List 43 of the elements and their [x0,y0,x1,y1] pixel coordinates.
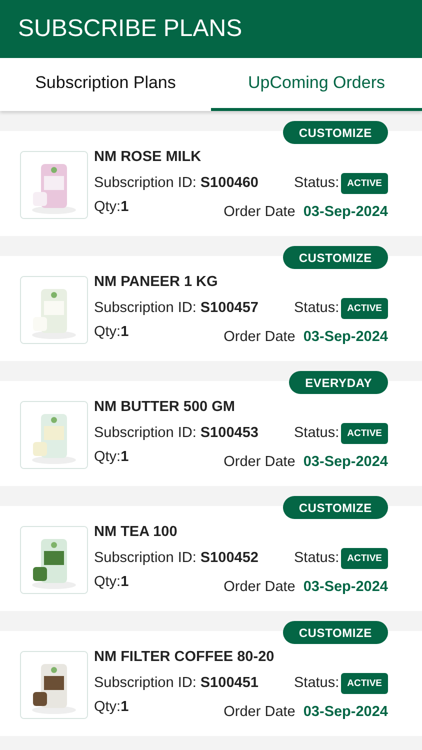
subscription-id: Subscription ID: S100457 [94,300,258,316]
subscription-id: Subscription ID: S100453 [94,425,258,441]
order-date: 03-Sep-2024 [303,579,388,595]
status-label: Status: [294,550,340,566]
status-label: Status: [294,300,340,316]
status-badge: ACTIVE [341,548,388,568]
product-name: NM BUTTER 500 GM [94,399,236,417]
quantity: Qty:1 [94,199,129,215]
order-date-label: Order Date [224,704,296,720]
order-date-label: Order Date [224,579,296,595]
plan-button[interactable]: EVERYDAY [289,371,388,394]
product-name: NM PANEER 1 KG [94,274,219,292]
quantity: Qty:1 [94,699,129,715]
subscription-id: Subscription ID: S100460 [94,175,258,191]
tab[interactable]: Subscription Plans [0,58,211,111]
status-label: Status: [294,675,340,691]
tab[interactable]: UpComing Orders [211,58,422,111]
plan-button[interactable]: CUSTOMIZE [282,496,388,519]
plan-button[interactable]: CUSTOMIZE [282,621,388,644]
page-title: SUBSCRIBE PLANS [18,15,242,43]
order-date: 03-Sep-2024 [303,329,388,345]
order-date-label: Order Date [224,454,296,470]
status-badge: ACTIVE [341,672,388,694]
product-name: NM FILTER COFFEE 80-20 [94,649,276,667]
status-badge: ACTIVE [341,422,388,444]
order-date-label: Order Date [224,329,296,345]
status-badge: ACTIVE [341,298,388,318]
quantity: Qty:1 [94,574,129,590]
quantity: Qty:1 [94,324,129,340]
product-name: NM TEA 100 [94,524,178,542]
order-date: 03-Sep-2024 [303,454,388,470]
order-date: 03-Sep-2024 [303,704,388,720]
order-date: 03-Sep-2024 [303,204,388,220]
status-label: Status: [294,425,340,441]
order-date-label: Order Date [224,204,296,220]
status-badge: ACTIVE [341,172,388,194]
product-name: NM ROSE MILK [94,149,202,167]
quantity: Qty:1 [94,449,129,465]
subscription-id: Subscription ID: S100452 [94,550,258,566]
status-label: Status: [294,175,340,191]
plan-button[interactable]: CUSTOMIZE [282,121,388,144]
subscription-id: Subscription ID: S100451 [94,675,258,691]
plan-button[interactable]: CUSTOMIZE [282,246,388,269]
